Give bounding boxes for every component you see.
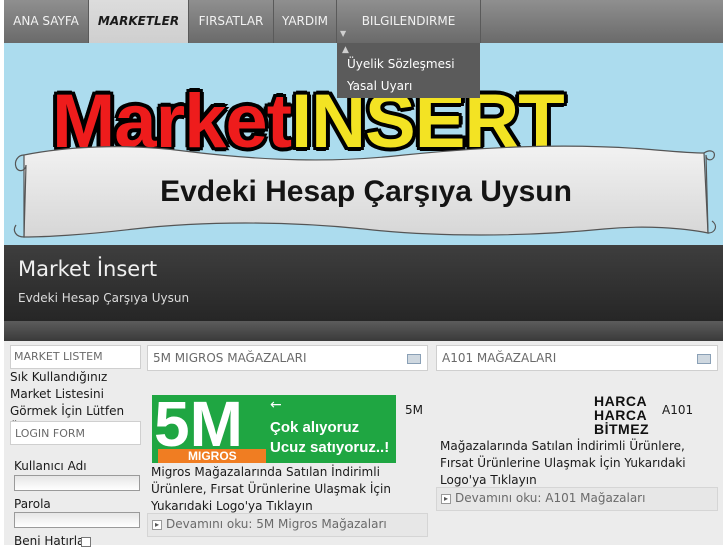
market-list-module: MARKET LISTEM Sık Kullandığınız Market L… <box>10 345 141 435</box>
a101-readmore[interactable]: ▸ Devamını oku: A101 Mağazaları <box>436 487 718 511</box>
login-form-title: LOGIN FORM <box>15 427 86 440</box>
a101-body: Mağazalarında Satılan İndirimli Ürünlere… <box>440 439 686 487</box>
migros-tagline-1: Çok alıyoruz <box>270 419 360 436</box>
password-input[interactable] <box>14 512 140 528</box>
migros-logo[interactable]: 5M MIGROS ← Çok alıyoruz Ucuz satıyoruz.… <box>152 395 396 463</box>
a101-lead: A101 <box>662 403 694 417</box>
a101-logo[interactable]: HARCA HARCA BİTMEZ <box>594 394 658 436</box>
arrow-left-icon: ← <box>270 397 282 413</box>
username-input[interactable] <box>14 475 140 491</box>
email-icon[interactable] <box>697 354 711 364</box>
nav-item-yardim[interactable]: YARDIM <box>274 0 337 43</box>
bilgilendirme-dropdown: ▲ Üyelik Sözleşmesi Yasal Uyarı <box>337 43 480 98</box>
dropdown-item-yasal[interactable]: Yasal Uyarı <box>347 79 412 93</box>
a101-logo-line-2: HARCA <box>594 407 648 423</box>
nav-item-bilgilendirme[interactable]: BILGILENDIRME <box>337 0 481 43</box>
chevron-down-icon: ▼ <box>340 29 347 38</box>
a101-logo-line-3: BİTMEZ <box>594 421 650 437</box>
a101-readmore-label: Devamını oku: A101 Mağazaları <box>455 491 646 505</box>
password-label: Parola <box>14 497 51 511</box>
migros-logo-brand: MIGROS <box>158 449 266 463</box>
login-form-header: LOGIN FORM <box>10 421 141 445</box>
remember-me-checkbox[interactable] <box>81 537 91 547</box>
migros-lead: 5M <box>405 403 423 417</box>
migros-tagline-2: Ucuz satıyoruz..! <box>270 439 390 456</box>
migros-article-header: 5M MIGROS MAĞAZALARI <box>147 345 428 371</box>
page-title[interactable]: Market İnsert <box>18 257 157 281</box>
a101-article-header: A101 MAĞAZALARI <box>436 345 718 371</box>
chevron-up-icon: ▲ <box>342 45 349 55</box>
nav-item-firsatlar[interactable]: FIRSATLAR <box>189 0 274 43</box>
banner-slogan: Evdeki Hesap Çarşıya Uysun <box>160 175 572 208</box>
migros-article-title[interactable]: 5M MIGROS MAĞAZALARI <box>153 351 307 365</box>
main-nav: ANA SAYFA MARKETLER FIRSATLAR YARDIM BIL… <box>4 0 723 43</box>
nav-item-ana-sayfa[interactable]: ANA SAYFA <box>4 0 89 43</box>
header-bar <box>4 321 723 341</box>
migros-readmore-label: Devamını oku: 5M Migros Mağazaları <box>166 517 387 531</box>
migros-body: Migros Mağazalarında Satılan İndirimli Ü… <box>151 465 391 513</box>
site-header: Market İnsert Evdeki Hesap Çarşıya Uysun <box>4 245 723 321</box>
a101-article-title[interactable]: A101 MAĞAZALARI <box>442 351 556 365</box>
migros-readmore[interactable]: ▸ Devamını oku: 5M Migros Mağazaları <box>147 513 428 537</box>
email-icon[interactable] <box>407 354 421 364</box>
arrow-right-icon: ▸ <box>152 519 162 530</box>
arrow-right-icon: ▸ <box>441 493 451 504</box>
remember-me-label: Beni Hatırla <box>14 534 85 548</box>
username-label: Kullanıcı Adı <box>14 459 87 473</box>
page-subtitle: Evdeki Hesap Çarşıya Uysun <box>18 291 190 305</box>
a101-logo-line-1: HARCA <box>594 393 648 409</box>
dropdown-item-uyelik[interactable]: Üyelik Sözleşmesi <box>347 57 455 71</box>
nav-item-marketler[interactable]: MARKETLER <box>89 0 189 43</box>
market-list-title: MARKET LISTEM <box>14 350 103 363</box>
